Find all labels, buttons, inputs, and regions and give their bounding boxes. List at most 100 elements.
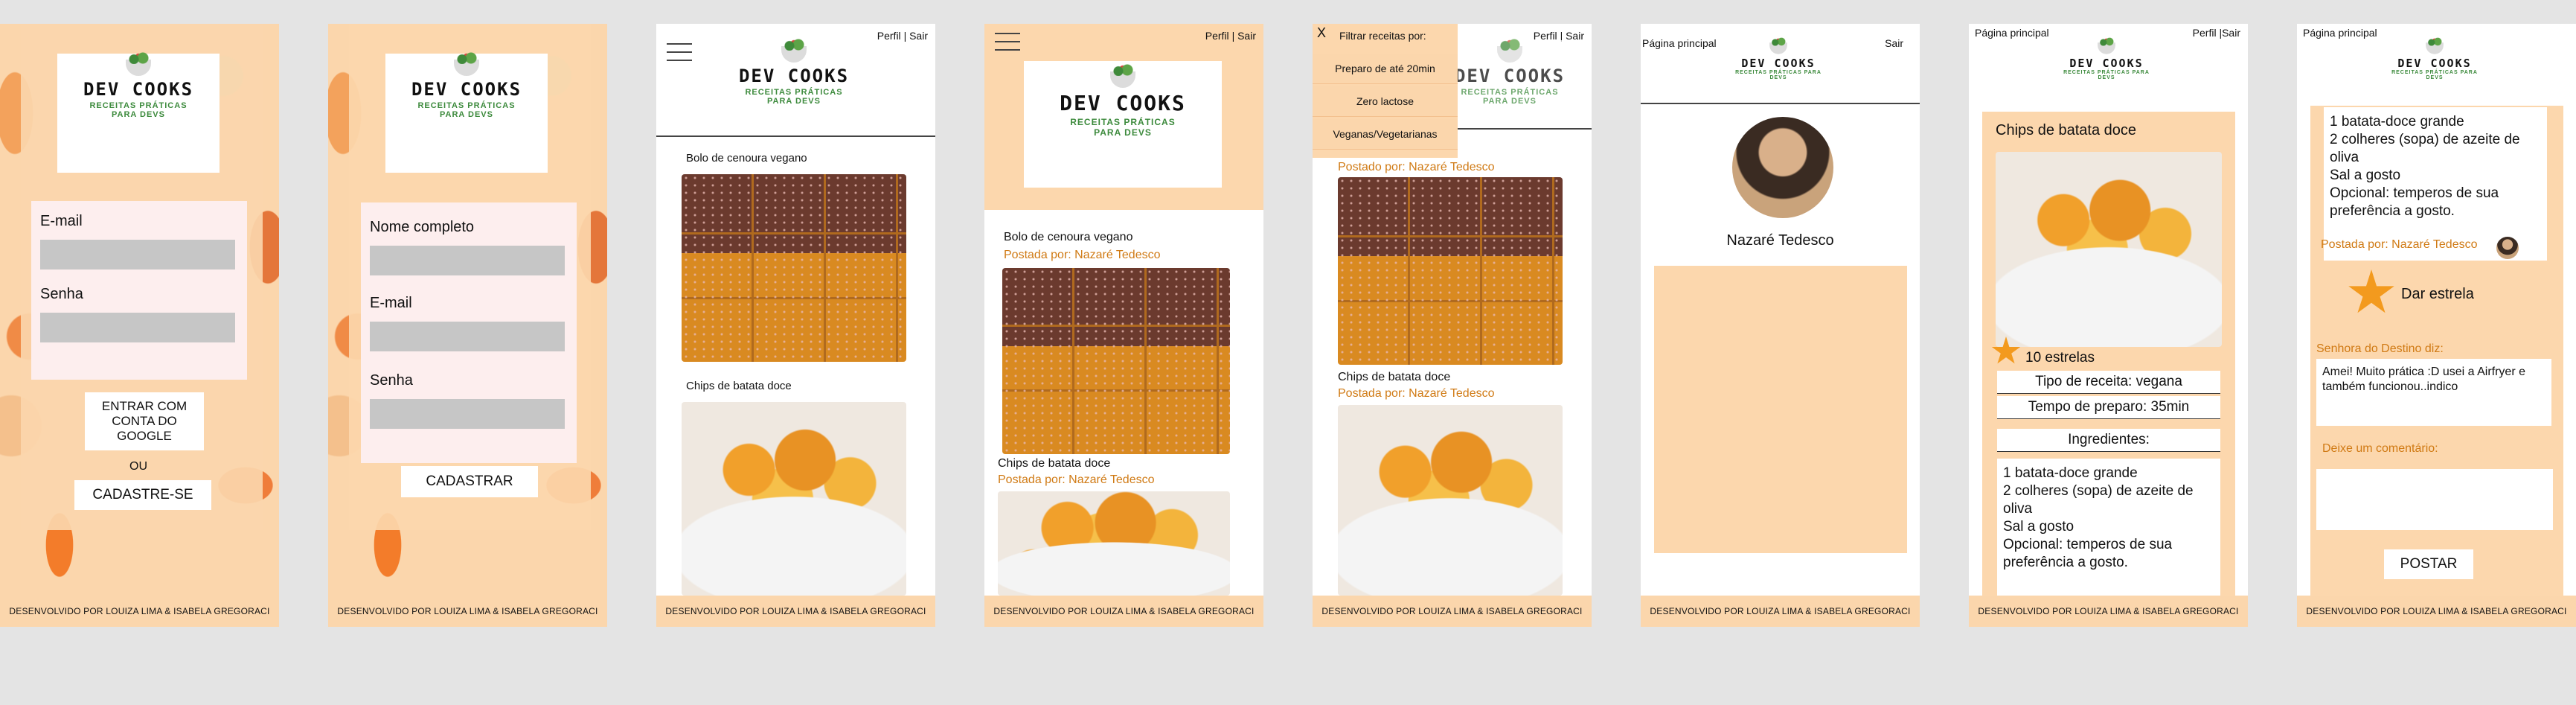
hamburger-menu-icon[interactable] [995, 33, 1020, 52]
filter-menu-title: Filtrar receitas por: [1339, 30, 1426, 42]
login-screen: DEV COOKS RECEITAS PRÁTICAS PARA DEVS E-… [0, 24, 279, 627]
brand-tagline: RECEITAS PRÁTICAS PARA DEVS [745, 88, 843, 106]
email-label: E-mail [370, 295, 412, 311]
recipe-title[interactable]: Chips de batata doce [686, 380, 792, 392]
give-star-button[interactable]: Dar estrela [2401, 286, 2474, 303]
salad-bowl-icon [1110, 64, 1135, 88]
header-divider [1641, 103, 1920, 104]
profile-link[interactable]: Perfil [1205, 30, 1229, 42]
brand-logo: DEV COOKS RECEITAS PRÁTICAS PARA DEVS [1024, 61, 1222, 188]
profile-screen: Página principal Sair DEV COOKS RECEITAS… [1641, 24, 1920, 627]
brand-logo: DEV COOKS RECEITAS PRÁTICAS PARA DEVS [701, 39, 887, 137]
author-link[interactable]: Postada por: Nazaré Tedesco [2321, 238, 2478, 252]
prep-time: Tempo de preparo: 35min [1997, 396, 2220, 419]
footer: DESENVOLVIDO POR LOUIZA LIMA & ISABELA G… [656, 596, 935, 627]
home-link[interactable]: Página principal [1642, 37, 1717, 49]
password-label: Senha [40, 286, 83, 302]
brand-tagline: RECEITAS PRÁTICAS PARA DEVS [1461, 88, 1559, 106]
footer: DESENVOLVIDO POR LOUIZA LIMA & ISABELA G… [984, 596, 1263, 627]
salad-bowl-icon [1497, 39, 1522, 63]
ingredient-item: 1 batata-doce grande [2003, 465, 2138, 481]
feed-screen: Perfil | Sair DEV COOKS RECEITAS PRÁTICA… [656, 24, 935, 627]
carrot-cake-image[interactable] [682, 174, 906, 362]
ingredient-item: Opcional: temperos de sua preferência a … [2003, 537, 2173, 570]
brand-name: DEV COOKS [83, 79, 194, 100]
author-link[interactable]: Postada por: Nazaré Tedesco [998, 473, 1155, 487]
name-field[interactable] [370, 246, 565, 275]
comment-text: Amei! Muito prática :D usei a Airfryer e… [2316, 359, 2551, 426]
salad-bowl-icon [126, 52, 151, 76]
salad-bowl-icon [781, 39, 807, 63]
brand-tagline: RECEITAS PRÁTICAS PARA DEVS [1070, 117, 1176, 138]
brand-name: DEV COOKS [1741, 57, 1816, 70]
sweet-potato-chips-image [1996, 152, 2222, 347]
register-button[interactable]: CADASTRAR [401, 466, 538, 497]
brand-tagline: RECEITAS PRÁTICAS PARA DEVS [2391, 70, 2478, 80]
footer: DESENVOLVIDO POR LOUIZA LIMA & ISABELA G… [1969, 596, 2248, 627]
password-field[interactable] [370, 399, 565, 429]
signup-screen: DEV COOKS RECEITAS PRÁTICAS PARA DEVS No… [328, 24, 607, 627]
ingredients-list: 1 batata-doce grande 2 colheres (sopa) d… [1997, 459, 2220, 607]
avatar [1732, 117, 1833, 218]
or-label: OU [129, 460, 147, 473]
logout-link[interactable]: Sair [1885, 37, 1903, 49]
close-icon[interactable]: X [1317, 25, 1326, 41]
footer: DESENVOLVIDO POR LOUIZA LIMA & ISABELA G… [328, 596, 607, 627]
salad-bowl-icon [2098, 37, 2115, 54]
profile-logout-links[interactable]: Perfil |Sair [2193, 27, 2240, 39]
footer: DESENVOLVIDO POR LOUIZA LIMA & ISABELA G… [0, 596, 279, 627]
post-comment-button[interactable]: POSTAR [2384, 549, 2473, 579]
salad-bowl-icon [2426, 37, 2444, 54]
brand-logo: DEV COOKS RECEITAS PRÁTICAS PARA DEVS [57, 52, 220, 173]
recipe-type: Tipo de receita: vegana [1997, 371, 2220, 394]
password-field[interactable] [40, 313, 235, 342]
home-link[interactable]: Página principal [1975, 27, 2049, 39]
email-field[interactable] [40, 240, 235, 269]
recipe-title[interactable]: Chips de batata doce [1338, 371, 1450, 384]
logout-link[interactable]: Sair [1237, 30, 1256, 42]
filter-option-lactose-free[interactable]: Zero lactose [1313, 86, 1458, 117]
recipe-title[interactable]: Chips de batata doce [998, 457, 1110, 470]
ingredient-item: 2 colheres (sopa) de azeite de oliva [2003, 483, 2194, 517]
sweet-potato-chips-image[interactable] [682, 402, 906, 596]
recipe-title[interactable]: Bolo de cenoura vegano [686, 152, 807, 165]
author-link[interactable]: Postada por: Nazaré Tedesco [1338, 387, 1495, 401]
carrot-cake-image[interactable] [1002, 268, 1230, 454]
sweet-potato-chips-image[interactable] [1338, 405, 1563, 596]
recipe-comments-screen: Página principal DEV COOKS RECEITAS PRÁT… [2297, 24, 2576, 627]
google-login-button[interactable]: ENTRAR COM CONTA DO GOOGLE [85, 392, 204, 450]
nav-separator: | [903, 30, 907, 42]
hamburger-menu-icon[interactable] [667, 43, 692, 63]
brand-name: DEV COOKS [1060, 91, 1186, 115]
recipe-title[interactable]: Bolo de cenoura vegano [1004, 231, 1132, 244]
avatar [2496, 237, 2519, 259]
filter-option-vegan[interactable]: Veganas/Vegetarianas [1313, 119, 1458, 150]
leave-comment-label: Deixe um comentário: [2322, 442, 2438, 455]
feed-author-screen: Perfil | Sair DEV COOKS RECEITAS PRÁTICA… [984, 24, 1263, 627]
filter-option-prep-time[interactable]: Preparo de até 20min [1313, 54, 1458, 84]
brand-logo: DEV COOKS RECEITAS PRÁTICAS PARA DEVS [2051, 37, 2162, 104]
star-count: 10 estrelas [2025, 350, 2095, 366]
author-link[interactable]: Postado por: Nazaré Tedesco [1338, 161, 1495, 174]
footer: DESENVOLVIDO POR LOUIZA LIMA & ISABELA G… [2297, 596, 2576, 627]
brand-logo: DEV COOKS RECEITAS PRÁTICAS PARA DEVS [2379, 37, 2490, 104]
sweet-potato-chips-image[interactable] [998, 491, 1230, 596]
filter-menu-screen: Perfil | Sair DEV COOKS RECEITAS PRÁTICA… [1313, 24, 1592, 627]
commenter-name: Senhora do Destino diz: [2316, 342, 2444, 355]
carrot-cake-image[interactable] [1338, 177, 1563, 365]
comment-input[interactable] [2316, 469, 2553, 530]
email-field[interactable] [370, 322, 565, 351]
home-link[interactable]: Página principal [2303, 27, 2377, 39]
author-link[interactable]: Postada por: Nazaré Tedesco [1004, 249, 1161, 262]
brand-logo: DEV COOKS RECEITAS PRÁTICAS PARA DEVS [1723, 37, 1834, 104]
recipe-title: Chips de batata doce [1996, 122, 2137, 138]
ingredient-item: Sal a gosto [2330, 168, 2401, 183]
brand-tagline: RECEITAS PRÁTICAS PARA DEVS [1735, 70, 1822, 80]
brand-tagline: RECEITAS PRÁTICAS PARA DEVS [89, 101, 188, 119]
profile-content-area [1654, 266, 1907, 553]
logout-link[interactable]: Sair [909, 30, 928, 42]
brand-logo: DEV COOKS RECEITAS PRÁTICAS PARA DEVS [385, 52, 548, 173]
brand-tagline: RECEITAS PRÁTICAS PARA DEVS [2063, 70, 2150, 80]
name-label: Nome completo [370, 219, 475, 235]
signup-button[interactable]: CADASTRE-SE [74, 480, 211, 510]
